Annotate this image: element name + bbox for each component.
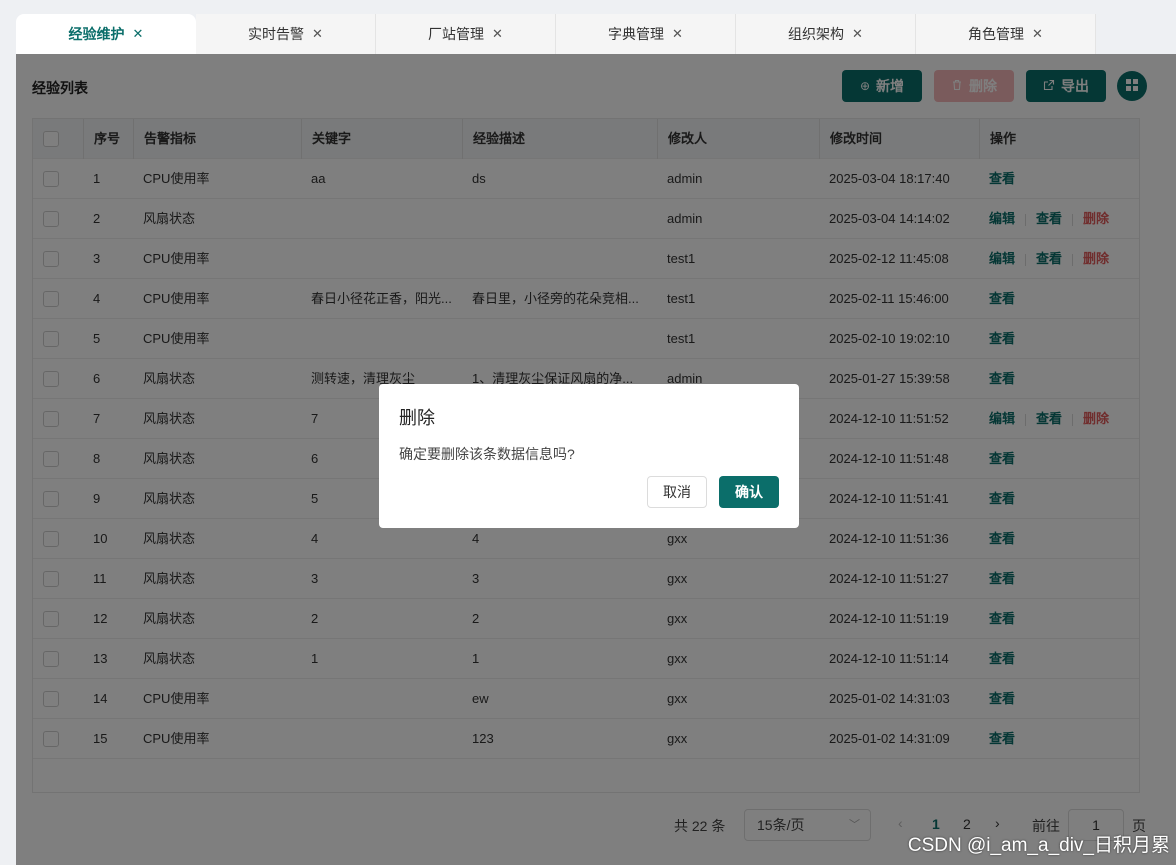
close-icon[interactable]: ✕ [492, 26, 503, 42]
dialog-title: 删除 [399, 408, 435, 428]
close-icon[interactable]: ✕ [312, 26, 323, 42]
tab-label: 厂站管理 [428, 26, 485, 42]
close-icon[interactable]: ✕ [1032, 26, 1043, 42]
tab-1[interactable]: 实时告警 ✕ [196, 14, 376, 54]
close-icon[interactable]: ✕ [133, 26, 144, 42]
close-icon[interactable]: ✕ [672, 26, 683, 42]
tab-bar: 经验维护 ✕ 实时告警 ✕ 厂站管理 ✕ 字典管理 ✕ 组织架构 ✕ 角色管理 ✕ [16, 14, 1096, 54]
tab-4[interactable]: 组织架构 ✕ [736, 14, 916, 54]
tab-0[interactable]: 经验维护 ✕ [16, 14, 196, 54]
confirm-button[interactable]: 确认 [719, 476, 779, 508]
close-icon[interactable]: ✕ [852, 26, 863, 42]
tab-3[interactable]: 字典管理 ✕ [556, 14, 736, 54]
delete-confirm-dialog: 删除 确定要删除该条数据信息吗? 取消 确认 [379, 384, 799, 528]
csdn-watermark: CSDN @i_am_a_div_日积月累 [907, 835, 1170, 856]
tab-label: 字典管理 [608, 26, 665, 42]
tab-label: 角色管理 [968, 26, 1025, 42]
dialog-message: 确定要删除该条数据信息吗? [399, 446, 575, 462]
tab-label: 实时告警 [248, 26, 305, 42]
cancel-button[interactable]: 取消 [647, 476, 707, 508]
tab-label: 经验维护 [68, 26, 125, 42]
tab-label: 组织架构 [788, 26, 845, 42]
tab-2[interactable]: 厂站管理 ✕ [376, 14, 556, 54]
tab-5[interactable]: 角色管理 ✕ [916, 14, 1096, 54]
